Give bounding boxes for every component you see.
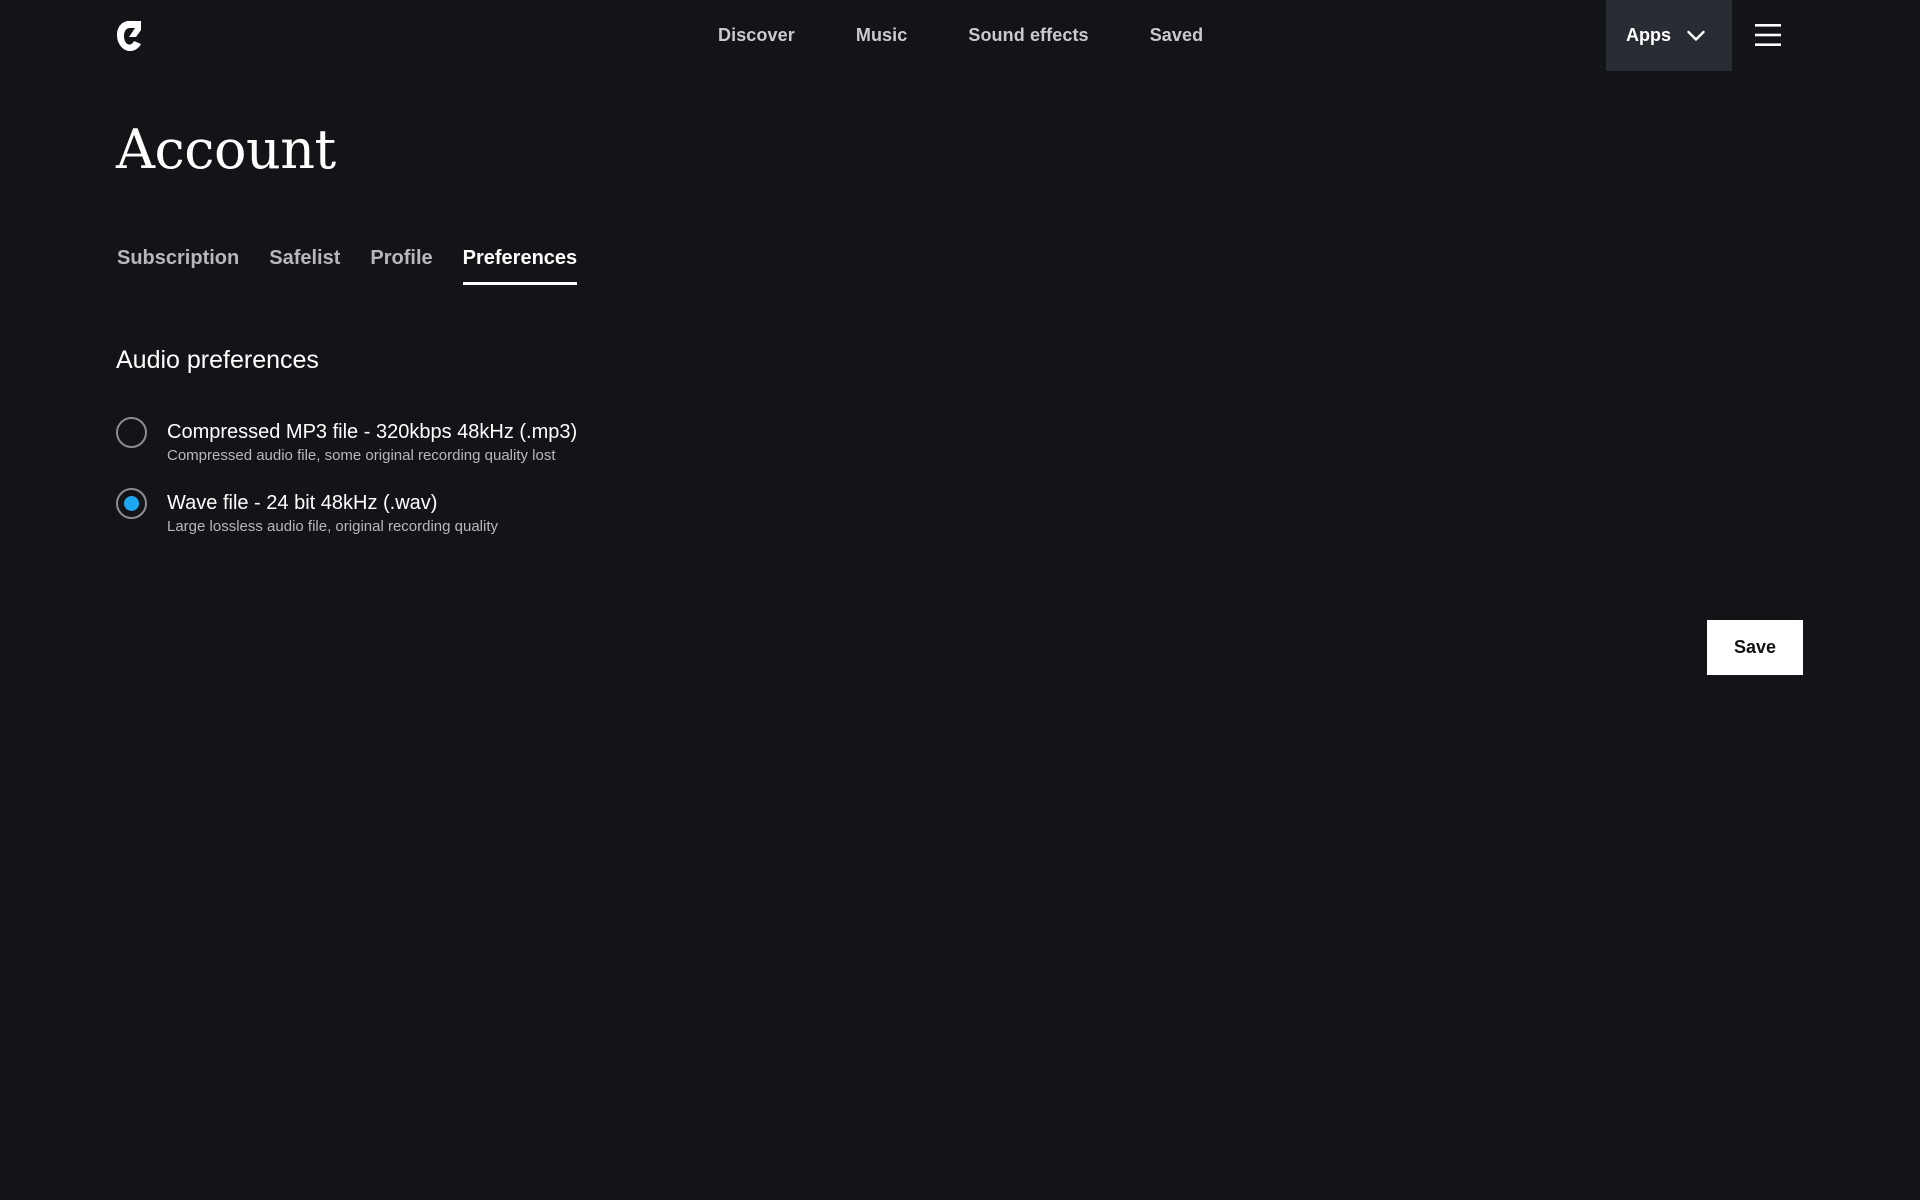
account-tabs: Subscription Safelist Profile Preference… <box>117 246 578 285</box>
mp3-option-text: Compressed MP3 file - 320kbps 48kHz (.mp… <box>167 420 577 465</box>
main-navigation: Discover Music Sound effects Saved <box>718 0 1203 71</box>
wav-option-description: Large lossless audio file, original reco… <box>167 518 499 535</box>
audio-preferences-heading: Audio preferences <box>116 346 319 374</box>
save-button[interactable]: Save <box>1707 620 1803 675</box>
wav-option-title: Wave file - 24 bit 48kHz (.wav) <box>167 492 438 514</box>
radio-selected-dot <box>124 496 139 511</box>
audio-option-mp3[interactable]: Compressed MP3 file - 320kbps 48kHz (.mp… <box>116 417 577 465</box>
mp3-option-title: Compressed MP3 file - 320kbps 48kHz (.mp… <box>167 421 578 443</box>
tab-profile[interactable]: Profile <box>370 246 432 285</box>
top-navigation-bar: Discover Music Sound effects Saved Apps <box>0 0 1920 71</box>
nav-link-saved[interactable]: Saved <box>1150 25 1204 46</box>
apps-dropdown-button[interactable]: Apps <box>1606 0 1732 71</box>
wav-option-text: Wave file - 24 bit 48kHz (.wav) Large lo… <box>167 491 498 536</box>
mp3-radio-button[interactable] <box>116 417 147 448</box>
tab-subscription[interactable]: Subscription <box>117 246 239 285</box>
nav-link-music[interactable]: Music <box>856 25 908 46</box>
tab-preferences[interactable]: Preferences <box>462 246 578 285</box>
hamburger-menu-icon[interactable] <box>1754 23 1782 47</box>
wav-radio-button[interactable] <box>116 488 147 519</box>
nav-link-discover[interactable]: Discover <box>718 25 795 46</box>
audio-option-wav[interactable]: Wave file - 24 bit 48kHz (.wav) Large lo… <box>116 488 498 536</box>
chevron-down-icon <box>1687 30 1705 42</box>
page-title: Account <box>116 118 336 181</box>
nav-link-sound-effects[interactable]: Sound effects <box>968 25 1088 46</box>
tab-safelist[interactable]: Safelist <box>269 246 340 285</box>
brand-logo-icon[interactable] <box>116 19 142 53</box>
mp3-option-description: Compressed audio file, some original rec… <box>167 447 556 464</box>
apps-button-label: Apps <box>1626 25 1671 45</box>
